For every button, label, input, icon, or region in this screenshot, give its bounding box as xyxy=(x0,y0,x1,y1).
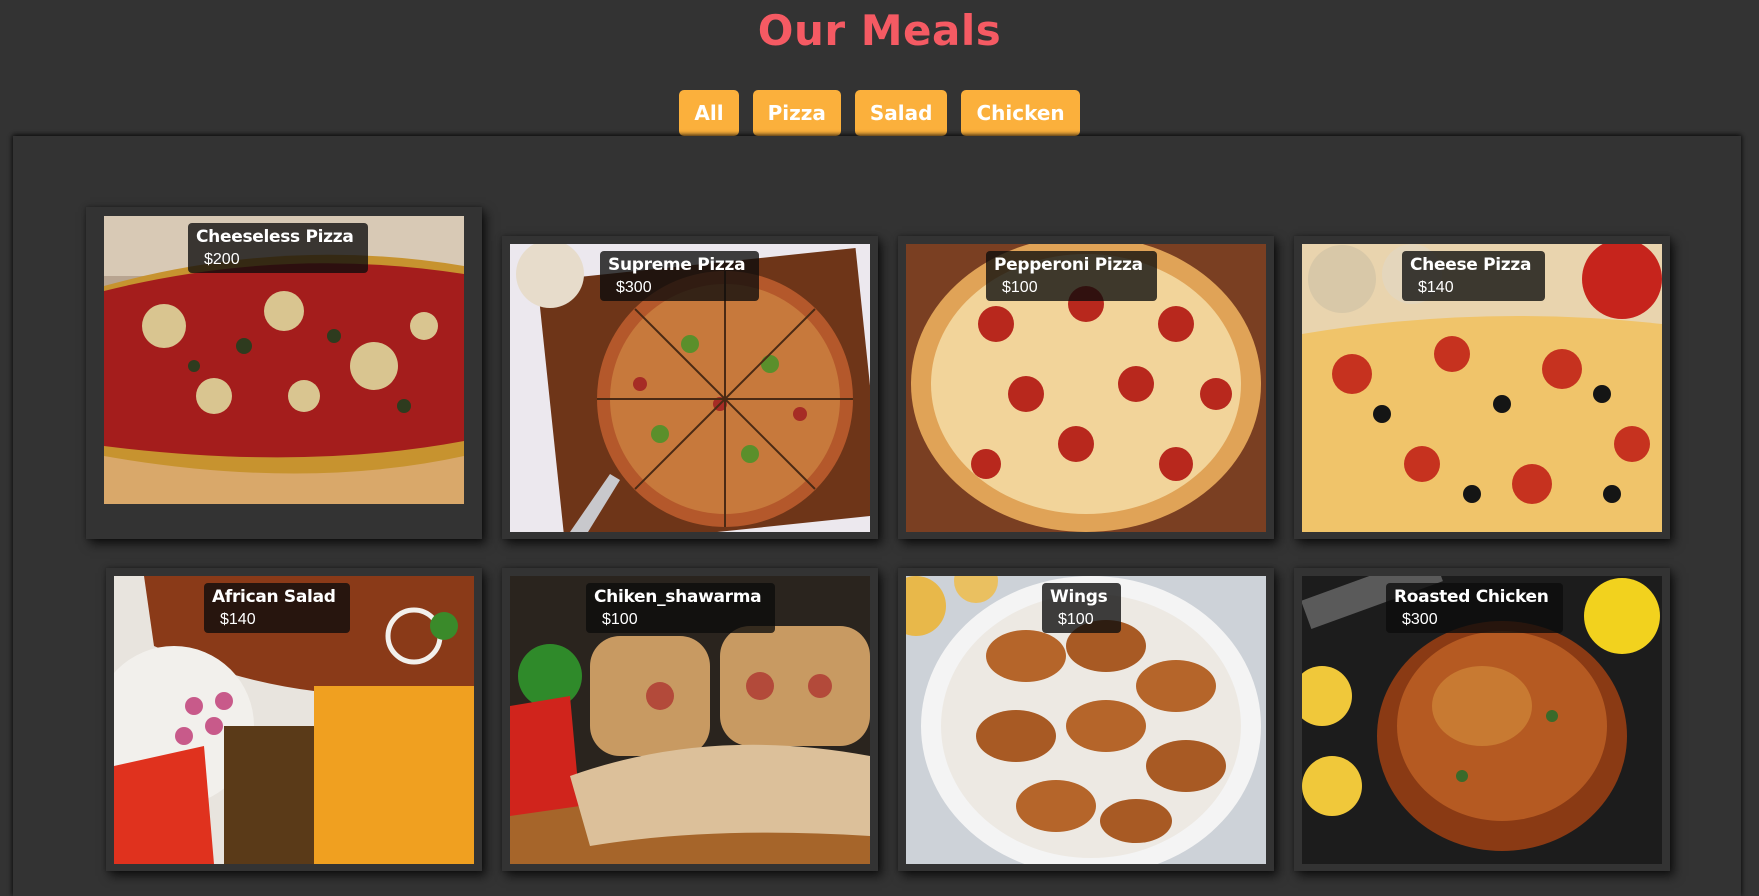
filter-all-button[interactable]: All xyxy=(679,90,739,136)
meal-card-wings[interactable]: Wings $100 xyxy=(898,568,1274,871)
meal-card-african-salad[interactable]: African Salad $140 xyxy=(106,568,482,871)
meal-label: Wings $100 xyxy=(1042,583,1122,633)
meal-card-chiken-shawarma[interactable]: Chiken_shawarma $100 xyxy=(502,568,878,871)
meal-price: $100 xyxy=(1002,279,1038,296)
meal-name: Wings xyxy=(1050,587,1108,607)
meal-label: Cheese Pizza $140 xyxy=(1402,251,1546,301)
meal-card-cheese-pizza[interactable]: Cheese Pizza $140 xyxy=(1294,236,1670,539)
filter-chicken-button[interactable]: Chicken xyxy=(961,90,1080,136)
meal-label: Cheeseless Pizza $200 xyxy=(188,223,368,273)
meal-name: African Salad xyxy=(212,587,336,607)
meal-label: Chiken_shawarma $100 xyxy=(586,583,776,633)
meal-price: $140 xyxy=(1418,279,1454,296)
meal-price: $300 xyxy=(1402,611,1438,628)
meal-label: African Salad $140 xyxy=(204,583,350,633)
filter-salad-button[interactable]: Salad xyxy=(854,90,948,136)
page-title: Our Meals xyxy=(757,6,1002,55)
meal-label: Pepperoni Pizza $100 xyxy=(986,251,1157,301)
meal-name: Roasted Chicken xyxy=(1394,587,1549,607)
meal-card-cheeseless-pizza[interactable]: Cheeseless Pizza $200 xyxy=(86,207,482,539)
meal-price: $100 xyxy=(1058,611,1094,628)
meal-label: Supreme Pizza $300 xyxy=(600,251,760,301)
meal-name: Cheese Pizza xyxy=(1410,255,1532,275)
meal-label: Roasted Chicken $300 xyxy=(1386,583,1563,633)
meal-card-pepperoni-pizza[interactable]: Pepperoni Pizza $100 xyxy=(898,236,1274,539)
filter-pizza-button[interactable]: Pizza xyxy=(752,90,841,136)
meal-name: Chiken_shawarma xyxy=(594,587,762,607)
meal-card-supreme-pizza[interactable]: Supreme Pizza $300 xyxy=(502,236,878,539)
meal-name: Cheeseless Pizza xyxy=(196,227,354,247)
meal-card-roasted-chicken[interactable]: Roasted Chicken $300 xyxy=(1294,568,1670,871)
meal-price: $300 xyxy=(616,279,652,296)
meal-name: Pepperoni Pizza xyxy=(994,255,1143,275)
category-filter-bar: All Pizza Salad Chicken xyxy=(0,90,1759,136)
meal-price: $200 xyxy=(204,251,240,268)
meal-price: $140 xyxy=(220,611,256,628)
meal-name: Supreme Pizza xyxy=(608,255,746,275)
meal-price: $100 xyxy=(602,611,638,628)
